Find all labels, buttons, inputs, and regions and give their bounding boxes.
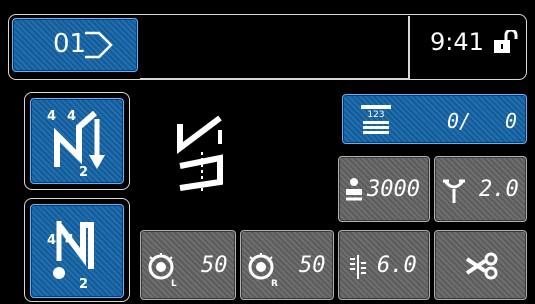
stitch-preview-icon <box>177 115 223 192</box>
reverse-stitch-tie-icon <box>53 221 94 279</box>
bobbin-counter-button[interactable]: 123 0/ 0 <box>342 94 527 144</box>
presser-foot-button[interactable]: 6.0 <box>338 230 430 300</box>
reverse-stitch-bottom-number: 2 <box>79 165 89 180</box>
thread-tension-right-button[interactable]: R 50 <box>240 230 334 300</box>
speed-value: 3000 <box>367 177 420 202</box>
pattern-number-button[interactable]: 01 <box>12 18 138 72</box>
thread-trimmer-button[interactable] <box>434 230 527 300</box>
clock-time: 9:41 <box>430 28 484 56</box>
bobbin-counter-icon: 123 <box>361 105 391 134</box>
stitch-length-icon <box>443 179 465 203</box>
tension-left-label: L <box>171 279 177 289</box>
sewing-speed-icon <box>346 178 362 201</box>
padlock-unlocked-icon[interactable] <box>492 30 518 54</box>
counter-value: 0/ <box>447 109 472 133</box>
presser-foot-pressure-icon <box>350 255 366 279</box>
svg-text:123: 123 <box>367 110 384 120</box>
sewing-speed-button[interactable]: 3000 <box>338 156 430 222</box>
tie-bottom-number: 2 <box>79 277 89 292</box>
header-divider <box>408 16 410 78</box>
sewing-panel-screen: 01 9:41 4 4 2 4 4 2 123 0/ 0 3000 2.0 L … <box>0 0 535 304</box>
stitch-length-value: 2.0 <box>479 177 519 202</box>
stitch-length-button[interactable]: 2.0 <box>434 156 527 222</box>
tension-right-label: R <box>271 279 278 289</box>
pattern-arrow-icon <box>85 31 113 59</box>
thread-trimmer-scissors-icon <box>465 252 498 280</box>
reverse-stitch-pattern-icon <box>54 110 105 169</box>
pattern-number: 01 <box>53 29 87 59</box>
reverse-stitch-tie-button[interactable]: 4 4 2 <box>30 204 124 298</box>
tension-left-value: 50 <box>201 253 228 278</box>
counter-value-2: 0 <box>505 109 518 133</box>
presser-value: 6.0 <box>377 253 417 278</box>
reverse-stitch-button[interactable]: 4 4 2 <box>30 98 124 184</box>
header-underline <box>140 78 410 79</box>
thread-tension-left-button[interactable]: L 50 <box>140 230 236 300</box>
tension-right-value: 50 <box>299 253 326 278</box>
